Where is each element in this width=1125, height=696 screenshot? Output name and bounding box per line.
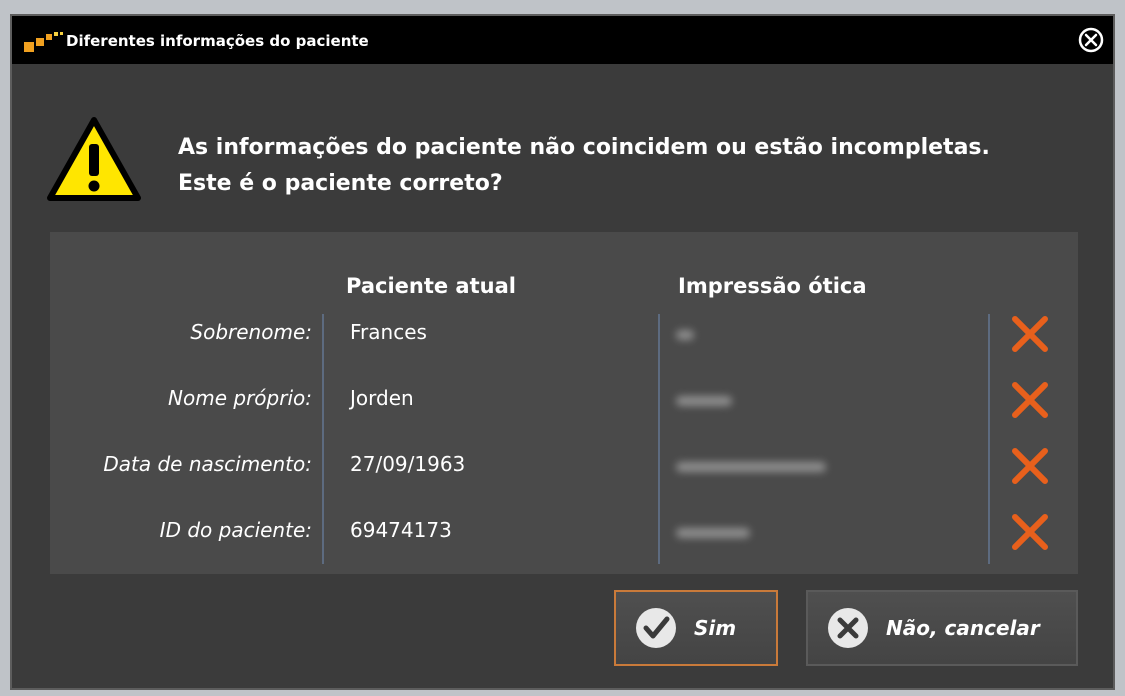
yes-button[interactable]: Sim	[614, 590, 778, 666]
check-circle-icon	[636, 608, 676, 648]
row-label-first-name: Nome próprio:	[168, 386, 312, 410]
patient-comparison-table: Paciente atual Impressão ótica Sobrenome…	[50, 232, 1078, 574]
column-divider	[658, 314, 660, 564]
row-value-first-name: Jorden	[350, 386, 414, 410]
blurred-optical-first-name	[676, 396, 732, 406]
blurred-optical-patient-id	[676, 528, 750, 538]
x-mark-icon	[1012, 448, 1048, 484]
row-label-patient-id: ID do paciente:	[159, 518, 312, 542]
column-divider	[988, 314, 990, 564]
cancel-button-label: Não, cancelar	[886, 616, 1040, 640]
row-label-surname: Sobrenome:	[190, 320, 312, 344]
column-header-current-patient: Paciente atual	[346, 274, 516, 298]
title-bar: Diferentes informações do paciente	[12, 16, 1113, 64]
dialog-window: Diferentes informações do paciente As in…	[10, 14, 1115, 690]
yes-button-label: Sim	[694, 616, 737, 640]
blurred-optical-surname	[676, 330, 694, 340]
message-line-1: As informações do paciente não coincidem…	[178, 135, 990, 160]
app-logo-icon	[24, 32, 63, 52]
warning-icon	[47, 117, 141, 201]
x-mark-icon	[1012, 382, 1048, 418]
row-value-birth-date: 27/09/1963	[350, 452, 466, 476]
dialog-title: Diferentes informações do paciente	[66, 32, 369, 50]
cancel-button[interactable]: Não, cancelar	[806, 590, 1078, 666]
x-mark-icon	[1012, 514, 1048, 550]
column-divider	[322, 314, 324, 564]
x-mark-icon	[1012, 316, 1048, 352]
message-line-2: Este é o paciente correto?	[178, 171, 503, 196]
row-value-patient-id: 69474173	[350, 518, 452, 542]
row-value-surname: Frances	[350, 320, 427, 344]
blurred-optical-birth-date	[676, 462, 826, 472]
x-circle-icon	[828, 608, 868, 648]
column-header-optical-impression: Impressão ótica	[678, 274, 867, 298]
dialog-message: As informações do paciente não coincidem…	[178, 130, 1098, 202]
row-label-birth-date: Data de nascimento:	[103, 452, 312, 476]
close-icon[interactable]	[1077, 26, 1105, 54]
